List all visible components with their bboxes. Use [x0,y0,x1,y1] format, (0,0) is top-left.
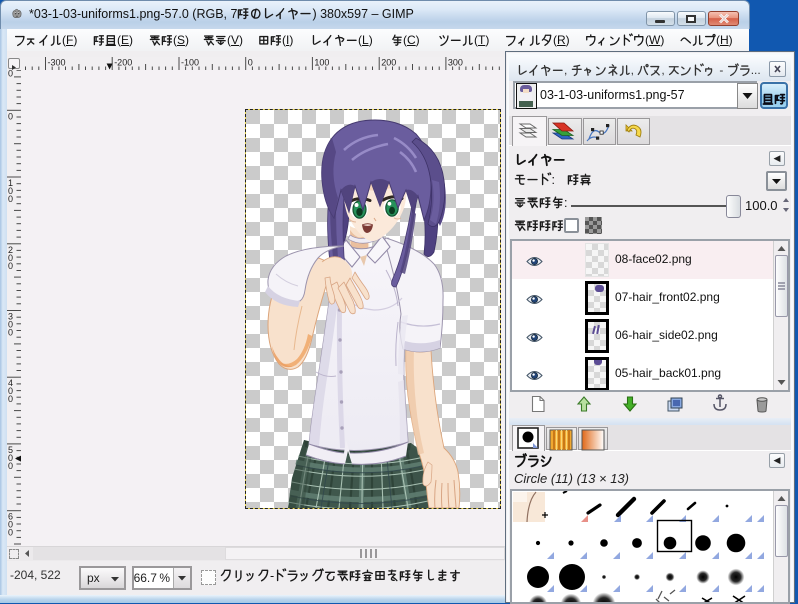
svg-text:0: 0 [8,70,13,79]
svg-text:-100: -100 [181,58,199,68]
svg-text:0: 0 [8,394,13,404]
svg-text:-200: -200 [114,58,132,68]
svg-text:0: 0 [8,461,13,471]
svg-text:200: 200 [381,58,396,68]
svg-text:-300: -300 [48,58,66,68]
svg-text:300: 300 [448,58,463,68]
svg-text:0: 0 [248,58,253,68]
svg-text:0: 0 [8,528,13,538]
svg-text:0: 0 [8,328,13,338]
svg-text:0: 0 [8,111,13,121]
svg-text:100: 100 [314,58,329,68]
svg-text:0: 0 [8,194,13,204]
svg-text:0: 0 [8,261,13,271]
